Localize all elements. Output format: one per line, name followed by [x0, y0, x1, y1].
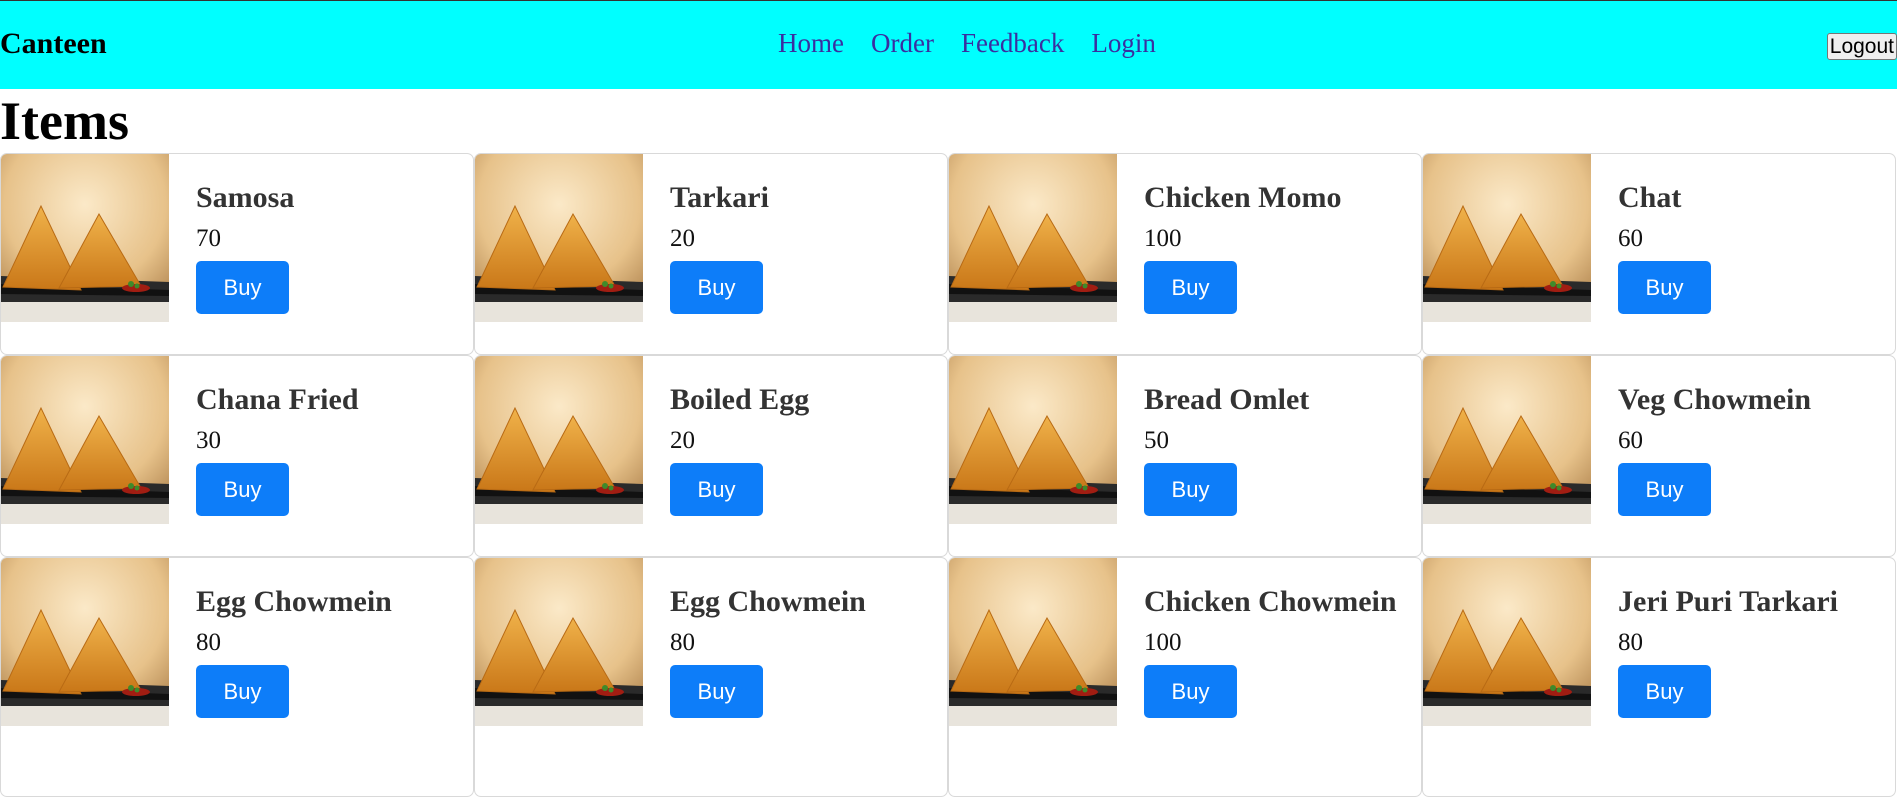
item-name: Tarkari [670, 181, 769, 214]
item-card: Tarkari 20 Buy [474, 153, 948, 355]
item-name: Bread Omlet [1144, 383, 1310, 416]
item-price: 20 [670, 427, 695, 454]
item-card: Egg Chowmein 80 Buy [0, 557, 474, 797]
item-card: Bread Omlet 50 Buy [948, 355, 1422, 557]
card-body: Bread Omlet 50 Buy [1144, 382, 1411, 516]
item-card: Chicken Chowmein 100 Buy [948, 557, 1422, 797]
card-body: Chicken Momo 100 Buy [1144, 180, 1411, 314]
nav-link-home[interactable]: Home [778, 28, 844, 59]
item-price: 70 [196, 225, 221, 252]
item-image [1423, 154, 1591, 322]
buy-button[interactable]: Buy [1144, 261, 1237, 314]
item-image [475, 356, 643, 524]
item-name: Egg Chowmein [670, 585, 866, 618]
nav-link-login[interactable]: Login [1091, 28, 1156, 59]
card-body: Chicken Chowmein 100 Buy [1144, 584, 1411, 718]
item-name: Boiled Egg [670, 383, 810, 416]
card-body: Egg Chowmein 80 Buy [670, 584, 937, 718]
item-image [949, 154, 1117, 322]
item-price: 100 [1144, 629, 1182, 656]
buy-button[interactable]: Buy [1144, 665, 1237, 718]
item-name: Samosa [196, 181, 295, 214]
buy-button[interactable]: Buy [196, 463, 289, 516]
buy-button[interactable]: Buy [670, 261, 763, 314]
item-price: 80 [196, 629, 221, 656]
item-image [949, 356, 1117, 524]
buy-button[interactable]: Buy [196, 665, 289, 718]
card-body: Chat 60 Buy [1618, 180, 1885, 314]
card-body: Samosa 70 Buy [196, 180, 463, 314]
card-body: Egg Chowmein 80 Buy [196, 584, 463, 718]
item-price: 20 [670, 225, 695, 252]
card-body: Chana Fried 30 Buy [196, 382, 463, 516]
item-image [1, 356, 169, 524]
card-body: Veg Chowmein 60 Buy [1618, 382, 1885, 516]
nav-link-feedback[interactable]: Feedback [961, 28, 1064, 59]
buy-button[interactable]: Buy [670, 463, 763, 516]
item-name: Chicken Momo [1144, 181, 1342, 214]
nav-links: Home Order Feedback Login [778, 28, 1156, 59]
item-name: Veg Chowmein [1618, 383, 1812, 416]
item-name: Chana Fried [196, 383, 359, 416]
item-name: Jeri Puri Tarkari [1618, 585, 1838, 618]
item-card: Samosa 70 Buy [0, 153, 474, 355]
item-card: Boiled Egg 20 Buy [474, 355, 948, 557]
buy-button[interactable]: Buy [1618, 463, 1711, 516]
buy-button[interactable]: Buy [196, 261, 289, 314]
brand-logo[interactable]: Canteen [0, 27, 107, 61]
item-card: Chicken Momo 100 Buy [948, 153, 1422, 355]
buy-button[interactable]: Buy [1618, 261, 1711, 314]
items-grid: Samosa 70 Buy Tarkari 20 Buy Chicken Mom… [0, 153, 1897, 797]
item-name: Chicken Chowmein [1144, 585, 1397, 618]
buy-button[interactable]: Buy [670, 665, 763, 718]
buy-button[interactable]: Buy [1618, 665, 1711, 718]
card-body: Tarkari 20 Buy [670, 180, 937, 314]
item-price: 50 [1144, 427, 1169, 454]
item-image [949, 558, 1117, 726]
buy-button[interactable]: Buy [1144, 463, 1237, 516]
item-image [1, 558, 169, 726]
item-name: Chat [1618, 181, 1682, 214]
item-price: 100 [1144, 225, 1182, 252]
navbar: Canteen Home Order Feedback Login Logout [0, 0, 1897, 89]
item-image [475, 558, 643, 726]
item-image [1, 154, 169, 322]
item-name: Egg Chowmein [196, 585, 392, 618]
item-card: Chana Fried 30 Buy [0, 355, 474, 557]
card-body: Jeri Puri Tarkari 80 Buy [1618, 584, 1885, 718]
nav-link-order[interactable]: Order [871, 28, 934, 59]
item-card: Veg Chowmein 60 Buy [1422, 355, 1896, 557]
card-body: Boiled Egg 20 Buy [670, 382, 937, 516]
item-image [1423, 356, 1591, 524]
item-price: 60 [1618, 427, 1643, 454]
logout-button[interactable]: Logout [1826, 33, 1897, 60]
item-price: 60 [1618, 225, 1643, 252]
item-card: Chat 60 Buy [1422, 153, 1896, 355]
item-card: Egg Chowmein 80 Buy [474, 557, 948, 797]
item-card: Jeri Puri Tarkari 80 Buy [1422, 557, 1896, 797]
item-price: 30 [196, 427, 221, 454]
item-price: 80 [670, 629, 695, 656]
page-title: Items [0, 91, 129, 151]
item-price: 80 [1618, 629, 1643, 656]
item-image [475, 154, 643, 322]
item-image [1423, 558, 1591, 726]
